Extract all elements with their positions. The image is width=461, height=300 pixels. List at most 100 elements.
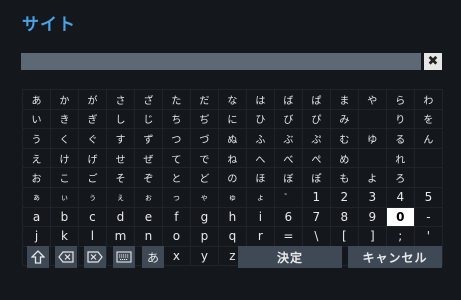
key[interactable]: し [105,108,135,130]
key[interactable]: わ [413,89,444,110]
key[interactable]: す [105,128,135,149]
key[interactable]: で [189,147,219,169]
key[interactable]: が [77,89,107,110]
key[interactable]: ま [329,89,359,110]
key[interactable]: ' [413,226,444,247]
key[interactable]: え [22,147,51,169]
key[interactable]: な [217,89,247,110]
confirm-button[interactable]: 決定 [238,246,342,268]
key[interactable]: こ [49,167,79,188]
key[interactable]: け [49,147,79,169]
key[interactable]: も [329,167,359,188]
key[interactable]: は [245,89,275,110]
shift-button[interactable] [27,246,49,268]
key[interactable]: 0 [385,206,415,228]
key[interactable]: j [22,226,51,247]
clear-icon[interactable]: ✖ [424,53,442,70]
key[interactable]: っ [161,186,191,208]
key[interactable]: や [357,89,387,110]
key[interactable]: ろ [385,167,415,188]
key[interactable]: ぅ [77,186,107,208]
key[interactable]: げ [77,147,107,169]
key[interactable]: れ [385,147,415,169]
key[interactable]: ぼ [273,167,303,188]
text-input[interactable] [21,53,421,70]
key[interactable]: さ [105,89,135,110]
key[interactable]: ゅ [217,186,247,208]
key[interactable]: ; [385,226,415,247]
key[interactable]: び [273,108,303,130]
key[interactable]: \ [301,226,331,247]
key[interactable]: く [49,128,79,149]
key[interactable]: ぷ [301,128,331,149]
key[interactable]: う [22,128,51,149]
key[interactable]: ん [413,128,444,149]
key[interactable]: ぐ [77,128,107,149]
key[interactable]: k [49,226,79,247]
key[interactable]: c [77,206,107,228]
backspace-button[interactable] [55,246,77,268]
key[interactable]: ぱ [301,89,331,110]
key[interactable]: べ [273,147,303,169]
key[interactable]: ぬ [217,128,247,149]
key[interactable]: ほ [245,167,275,188]
key[interactable]: る [385,128,415,149]
key[interactable]: ぺ [301,147,331,169]
key[interactable]: か [49,89,79,110]
key[interactable]: ず [133,128,163,149]
delete-button[interactable] [84,246,106,268]
key[interactable]: づ [189,128,219,149]
key[interactable]: あ [22,89,51,110]
key[interactable]: 6 [273,206,303,228]
key[interactable]: ざ [133,89,163,110]
key[interactable]: n [133,226,163,247]
key[interactable]: て [161,147,191,169]
key[interactable]: h [217,206,247,228]
key[interactable]: ゆ [357,128,387,149]
key[interactable]: ね [217,147,247,169]
key[interactable]: r [245,226,275,247]
key[interactable]: ぶ [273,128,303,149]
key[interactable]: 7 [301,206,331,228]
key[interactable] [357,147,387,169]
key[interactable]: お [22,167,51,188]
key[interactable]: b [49,206,79,228]
key[interactable]: ぽ [301,167,331,188]
key[interactable]: み [329,108,359,130]
key[interactable]: m [105,226,135,247]
key[interactable]: g [189,206,219,228]
key[interactable]: 2 [329,186,359,208]
key[interactable]: ぇ [105,186,135,208]
key[interactable]: ぉ [133,186,163,208]
hiragana-mode-button[interactable]: あ [142,246,164,268]
keyboard-button[interactable] [113,246,135,268]
key[interactable]: そ [105,167,135,188]
key[interactable]: ゛ [273,186,303,208]
key[interactable]: p [189,226,219,247]
key[interactable] [413,167,444,188]
key[interactable]: ょ [245,186,275,208]
key[interactable]: ち [161,108,191,130]
key[interactable]: ぁ [22,186,51,208]
key[interactable]: 4 [385,186,415,208]
key[interactable] [413,147,444,169]
key[interactable]: 3 [357,186,387,208]
key[interactable]: a [22,206,51,228]
key[interactable]: e [133,206,163,228]
key[interactable]: 9 [357,206,387,228]
key[interactable]: 8 [329,206,359,228]
key[interactable]: ぃ [49,186,79,208]
key[interactable]: を [413,108,444,130]
key[interactable]: = [273,226,303,247]
key[interactable]: ぢ [189,108,219,130]
key[interactable]: つ [161,128,191,149]
key[interactable]: に [217,108,247,130]
key[interactable]: ゃ [189,186,219,208]
key[interactable]: o [161,226,191,247]
key[interactable]: だ [189,89,219,110]
key[interactable]: ぜ [133,147,163,169]
key[interactable]: l [77,226,107,247]
key[interactable]: i [245,206,275,228]
key[interactable]: へ [245,147,275,169]
key[interactable]: - [413,206,444,228]
